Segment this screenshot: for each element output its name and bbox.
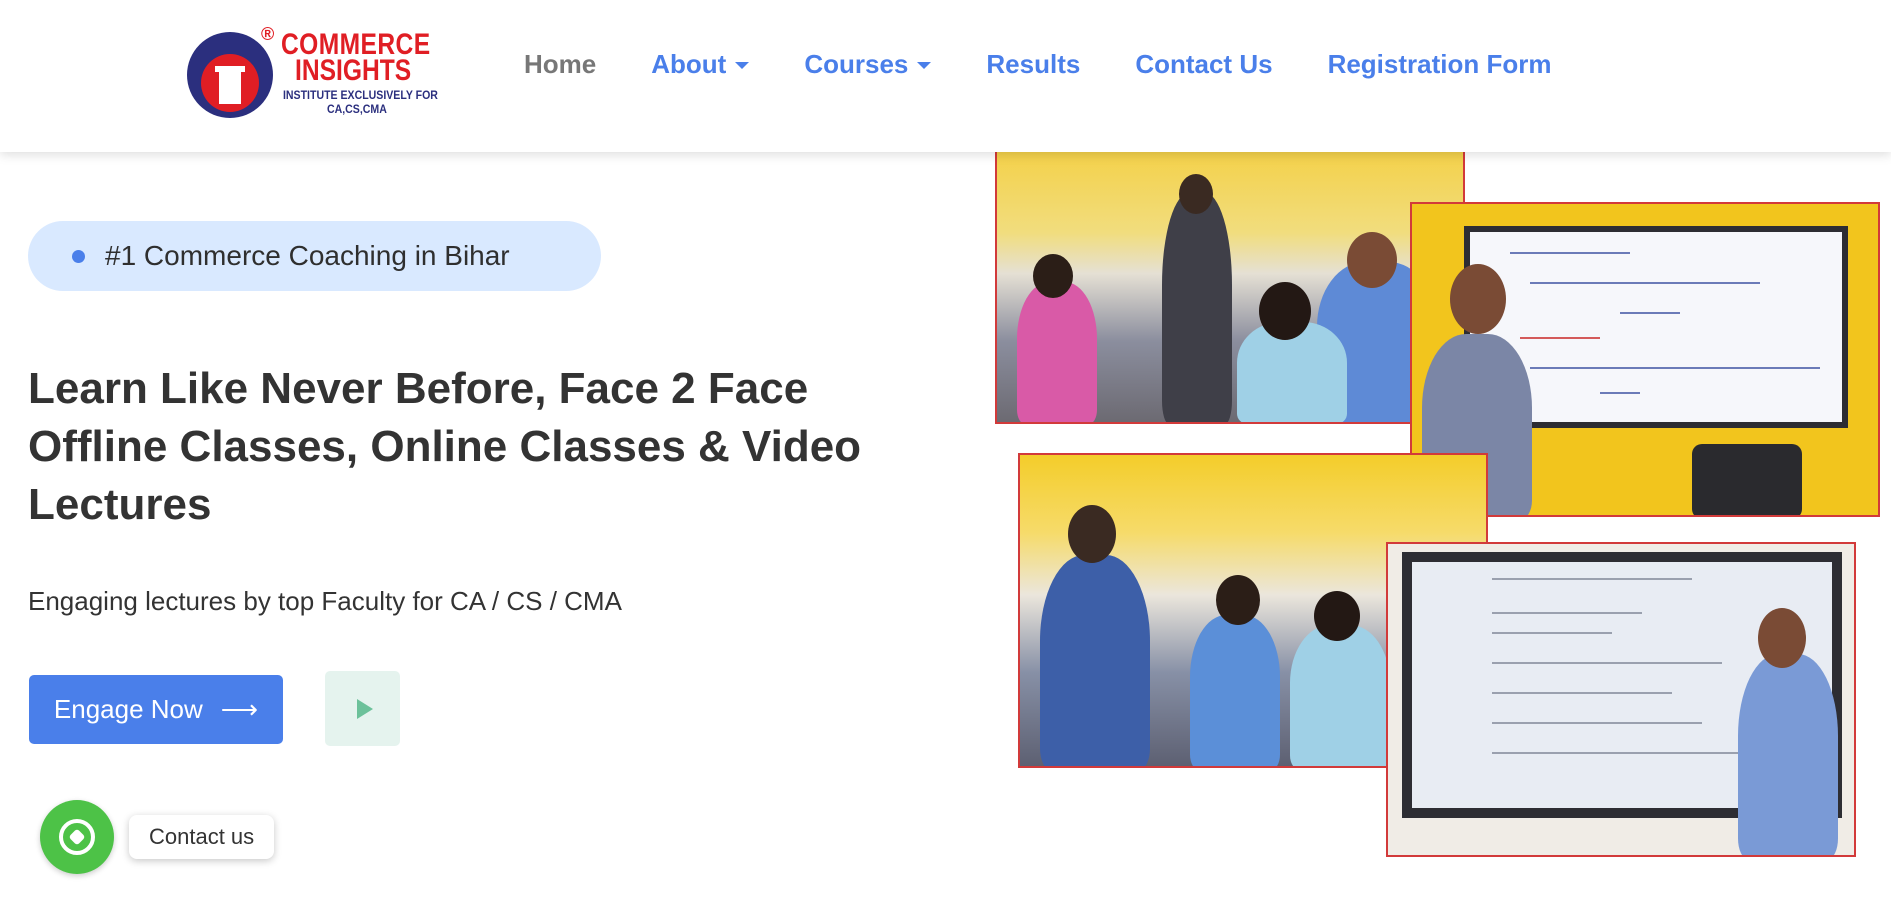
nav-registration-label: Registration Form [1327,48,1552,79]
whatsapp-button[interactable] [40,800,114,874]
hero-badge-text: #1 Commerce Coaching in Bihar [105,240,510,271]
nav-about-label: About [651,48,727,79]
chevron-down-icon [917,62,932,69]
nav-courses-label: Courses [804,48,909,79]
nav-registration-form[interactable]: Registration Form [1328,49,1552,80]
registered-mark: ® [261,24,275,44]
nav-courses[interactable]: Courses [804,48,932,80]
play-icon [356,698,373,719]
nav-home[interactable]: Home [524,49,596,80]
engage-now-label: Engage Now [53,694,203,724]
hero-subtitle: Engaging lectures by top Faculty for CA … [28,586,622,616]
chevron-down-icon [735,62,750,69]
arrow-right-icon: ⟶ [220,694,259,724]
nav-home-label: Home [524,48,597,79]
headline-line2: Offline Classes, Online Classes & Video [28,422,862,471]
brand-tagline-line1: INSTITUTE EXCLUSIVELY FOR [283,88,438,102]
nav-about[interactable]: About [651,48,750,80]
brand-logo[interactable]: ® COMMERCE INSIGHTS INSTITUTE EXCLUSIVEL… [187,24,438,119]
nav-contact-label: Contact Us [1135,48,1273,79]
brand-name-line2: INSIGHTS [295,54,412,87]
whatsapp-contact-label[interactable]: Contact us [129,815,275,859]
gallery-photo-classroom-1 [995,152,1465,424]
whatsapp-icon [59,819,95,855]
hero-headline: Learn Like Never Before, Face 2 Face Off… [28,360,908,534]
brand-tagline-line2: CA,CS,CMA [327,102,387,116]
headline-line3: Lectures [28,480,212,529]
gallery-photo-smartboard-2 [1386,542,1856,857]
engage-now-button[interactable]: Engage Now ⟶ [29,675,283,744]
hero-badge: #1 Commerce Coaching in Bihar [28,221,601,291]
site-header: ® COMMERCE INSIGHTS INSTITUTE EXCLUSIVEL… [0,0,1891,152]
nav-contact-us[interactable]: Contact Us [1135,49,1272,80]
main-nav: Home About Courses Results Contact Us Re… [524,46,1606,82]
play-video-button[interactable] [325,671,400,746]
dot-icon [72,249,85,263]
headline-line1: Learn Like Never Before, Face 2 Face [28,364,809,413]
nav-results-label: Results [986,48,1081,79]
nav-results[interactable]: Results [986,49,1080,80]
